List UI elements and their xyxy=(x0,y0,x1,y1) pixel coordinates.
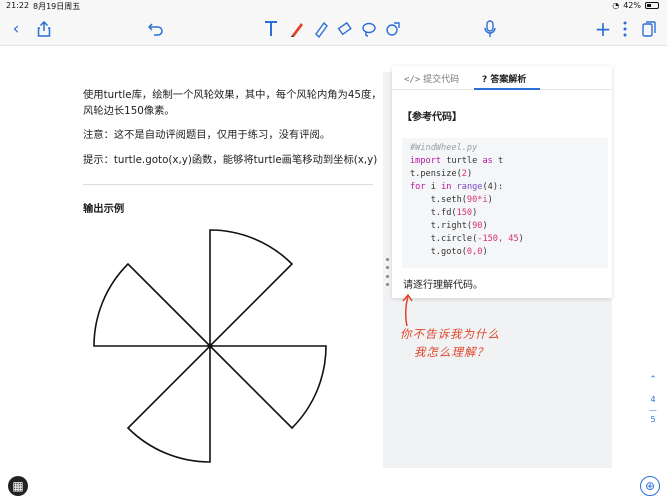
lasso-icon[interactable] xyxy=(360,18,378,40)
answer-card: </> 提交代码 ? 答案解析 【参考代码】 #WindWheel.py imp… xyxy=(392,66,612,298)
status-date: 8月19日周五 xyxy=(33,2,81,11)
code-comment: #WindWheel.py xyxy=(410,143,478,153)
status-bar: 21:22 8月19日周五 ◔ 42% xyxy=(0,0,667,12)
split-view-handle[interactable] xyxy=(386,258,389,286)
highlighter-icon[interactable] xyxy=(312,18,330,40)
windmill-figure xyxy=(93,229,327,463)
back-chevron-icon[interactable]: ‹ xyxy=(8,18,24,40)
battery-icon xyxy=(645,2,659,9)
microphone-icon[interactable] xyxy=(482,18,498,40)
tab-answer-explanation[interactable]: ? 答案解析 xyxy=(482,72,526,85)
output-title: 输出示例 xyxy=(83,203,125,215)
handwritten-note-line-1: 你不告诉我为什么 xyxy=(400,327,500,341)
code-block: #WindWheel.py import turtle as t t.pensi… xyxy=(402,138,608,268)
status-time: 21:22 xyxy=(6,1,30,10)
status-right: ◔ 42% xyxy=(612,1,659,10)
question-icon: ? xyxy=(482,75,488,85)
grid-icon: ▦ xyxy=(12,479,24,493)
explain-text: 请逐行理解代码。 xyxy=(403,280,483,291)
pages-icon[interactable] xyxy=(641,18,657,40)
problem-line-2: 风轮边长150像素。 xyxy=(83,105,175,117)
reference-code-title: 【参考代码】 xyxy=(402,112,462,123)
code-brackets-icon: </> xyxy=(404,75,421,85)
toolbar: ‹ + xyxy=(0,12,667,46)
zoom-in-icon: ⊕ xyxy=(644,479,656,493)
tab-submit-code[interactable]: </> 提交代码 xyxy=(404,72,459,85)
total-pages: 5 xyxy=(650,415,656,424)
page-indicator[interactable]: 4 ― 5 xyxy=(647,395,659,425)
eraser-icon[interactable] xyxy=(336,18,354,40)
handwritten-note-line-2: 我怎么理解？ xyxy=(414,345,489,359)
active-tab-indicator xyxy=(474,88,540,90)
grid-view-button[interactable]: ▦ xyxy=(8,476,28,496)
pen-tool-icon[interactable] xyxy=(288,18,306,40)
add-icon[interactable]: + xyxy=(595,17,612,41)
undo-icon[interactable] xyxy=(146,18,166,40)
problem-note: 注意：这不是自动评阅题目，仅用于练习，没有评阅。 xyxy=(83,129,331,141)
text-tool-icon[interactable] xyxy=(262,18,280,40)
annotation-arrow xyxy=(402,293,413,327)
answer-tabs: </> 提交代码 ? 答案解析 xyxy=(392,66,612,90)
more-options-icon[interactable] xyxy=(619,18,631,40)
current-page: 4 xyxy=(650,395,656,404)
wifi-icon: ◔ xyxy=(612,1,620,10)
shapes-tool-icon[interactable] xyxy=(384,18,402,40)
battery-percent: 42% xyxy=(623,1,641,10)
share-icon[interactable] xyxy=(34,18,54,40)
scroll-up-chevron-icon[interactable]: ⌃ xyxy=(647,375,659,387)
problem-line-1: 使用turtle库，绘制一个风轮效果，其中，每个风轮内角为45度， xyxy=(83,89,382,101)
section-divider xyxy=(83,184,373,185)
zoom-button[interactable]: ⊕ xyxy=(640,476,660,496)
problem-hint: 提示：turtle.goto(x,y)函数，能够将turtle画笔移动到坐标(x… xyxy=(83,154,378,166)
